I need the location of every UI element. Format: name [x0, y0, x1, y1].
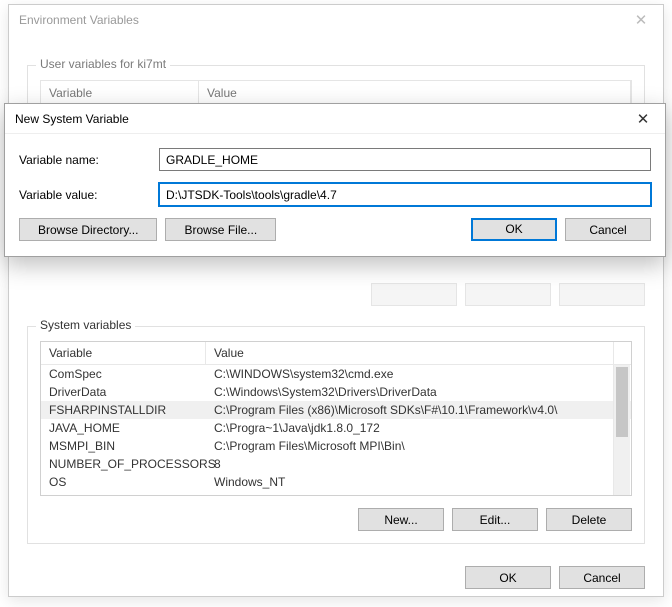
user-buttons-row: New... Edit... Delete	[27, 283, 645, 306]
system-vars-label: System variables	[36, 318, 135, 332]
cell-value: Windows_NT	[206, 474, 631, 490]
env-vars-window: Environment Variables ✕ User variables f…	[8, 4, 664, 597]
variable-value-label: Variable value:	[19, 188, 159, 202]
scrollbar[interactable]	[613, 365, 630, 495]
main-dialog-buttons: OK Cancel	[27, 566, 645, 589]
main-titlebar: Environment Variables ✕	[9, 5, 663, 35]
variable-name-label: Variable name:	[19, 153, 159, 167]
system-buttons-row: New... Edit... Delete	[40, 508, 632, 531]
user-delete-button[interactable]: Delete	[559, 283, 645, 306]
scroll-spacer	[613, 342, 631, 364]
cell-variable: ComSpec	[41, 366, 206, 382]
modal-ok-button[interactable]: OK	[471, 218, 557, 241]
col-value[interactable]: Value	[199, 81, 631, 105]
sys-col-variable[interactable]: Variable	[41, 342, 206, 364]
main-cancel-button[interactable]: Cancel	[559, 566, 645, 589]
system-vars-group: System variables Variable Value ComSpecC…	[27, 326, 645, 544]
sys-col-value[interactable]: Value	[206, 342, 613, 364]
sys-delete-button[interactable]: Delete	[546, 508, 632, 531]
table-row[interactable]: ComSpecC:\WINDOWS\system32\cmd.exe	[41, 365, 631, 383]
cell-variable: NUMBER_OF_PROCESSORS	[41, 456, 206, 472]
user-edit-button[interactable]: Edit...	[465, 283, 551, 306]
variable-value-row: Variable value:	[19, 183, 651, 206]
browse-directory-button[interactable]: Browse Directory...	[19, 218, 157, 241]
cell-value: C:\Program Files\Microsoft MPI\Bin\	[206, 438, 631, 454]
scrollbar-thumb[interactable]	[616, 367, 628, 437]
table-row[interactable]: FSHARPINSTALLDIRC:\Program Files (x86)\M…	[41, 401, 631, 419]
table-row[interactable]: MSMPI_BINC:\Program Files\Microsoft MPI\…	[41, 437, 631, 455]
col-variable[interactable]: Variable	[41, 81, 199, 105]
table-row[interactable]: JAVA_HOMEC:\Progra~1\Java\jdk1.8.0_172	[41, 419, 631, 437]
cell-variable: JAVA_HOME	[41, 420, 206, 436]
modal-buttons-row: Browse Directory... Browse File... OK Ca…	[19, 218, 651, 241]
variable-name-input[interactable]	[159, 148, 651, 171]
variable-value-input[interactable]	[159, 183, 651, 206]
cell-value: C:\WINDOWS\system32\cmd.exe	[206, 366, 631, 382]
close-icon[interactable]: ✕	[619, 5, 663, 35]
cell-value: C:\Program Files (x86)\Microsoft SDKs\F#…	[206, 402, 631, 418]
cell-variable: DriverData	[41, 384, 206, 400]
modal-cancel-button[interactable]: Cancel	[565, 218, 651, 241]
sys-edit-button[interactable]: Edit...	[452, 508, 538, 531]
system-vars-table: Variable Value ComSpecC:\WINDOWS\system3…	[40, 341, 632, 496]
user-new-button[interactable]: New...	[371, 283, 457, 306]
sys-new-button[interactable]: New...	[358, 508, 444, 531]
system-vars-header: Variable Value	[41, 342, 631, 365]
close-icon[interactable]: ✕	[621, 104, 665, 134]
cell-variable: MSMPI_BIN	[41, 438, 206, 454]
modal-titlebar: New System Variable ✕	[5, 104, 665, 134]
main-title: Environment Variables	[19, 13, 139, 27]
table-row[interactable]: NUMBER_OF_PROCESSORS8	[41, 455, 631, 473]
main-ok-button[interactable]: OK	[465, 566, 551, 589]
cell-value: 8	[206, 456, 631, 472]
new-system-variable-dialog: New System Variable ✕ Variable name: Var…	[4, 103, 666, 257]
cell-value: C:\Windows\System32\Drivers\DriverData	[206, 384, 631, 400]
variable-name-row: Variable name:	[19, 148, 651, 171]
user-vars-label: User variables for ki7mt	[36, 57, 170, 71]
table-row[interactable]: DriverDataC:\Windows\System32\Drivers\Dr…	[41, 383, 631, 401]
browse-file-button[interactable]: Browse File...	[165, 218, 276, 241]
cell-variable: FSHARPINSTALLDIR	[41, 402, 206, 418]
table-row[interactable]: OSWindows_NT	[41, 473, 631, 491]
cell-value: C:\Progra~1\Java\jdk1.8.0_172	[206, 420, 631, 436]
modal-title: New System Variable	[15, 112, 129, 126]
cell-variable: OS	[41, 474, 206, 490]
